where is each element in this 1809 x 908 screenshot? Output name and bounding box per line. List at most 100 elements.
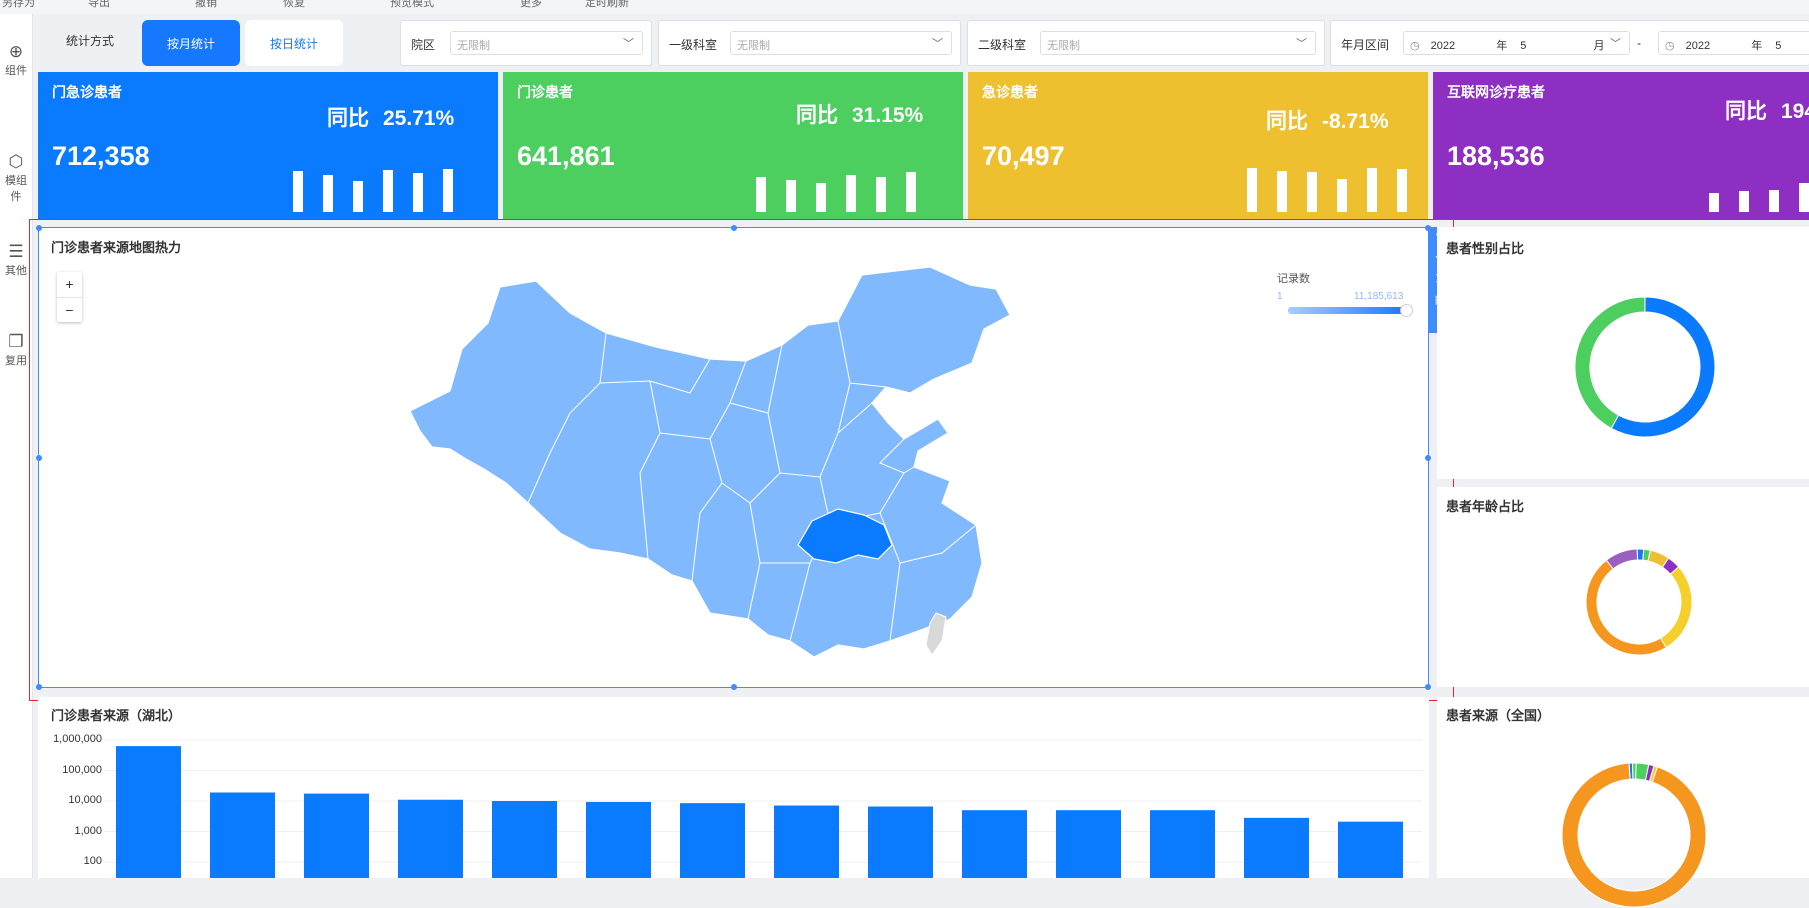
bar-3[interactable] [398, 799, 463, 878]
year-unit: 年 [1751, 40, 1763, 52]
timed-refresh-button[interactable]: 定时刷新 [585, 0, 629, 10]
dept2-select[interactable]: 无限制 ﹀ [1040, 31, 1316, 55]
y-tick-label: 10,000 [68, 794, 102, 806]
tab-monthly[interactable]: 按月统计 [142, 20, 240, 66]
tab-daily[interactable]: 按日统计 [245, 20, 343, 66]
dept2-filter: 二级科室 无限制 ﹀ [967, 20, 1325, 66]
rail-item-reuse[interactable]: ❐ 复用 [0, 332, 32, 368]
bar-8[interactable] [868, 806, 933, 878]
redo-button[interactable]: 恢复 [283, 0, 305, 10]
donut-slice-6[interactable] [1605, 548, 1639, 570]
origin-panel-title: 患者来源（全国） [1446, 708, 1551, 723]
zoom-out-button[interactable]: − [57, 297, 82, 323]
donut-slice-0[interactable] [1610, 296, 1716, 438]
bar-5[interactable] [586, 801, 651, 878]
spark-bar [1769, 190, 1779, 212]
top-toolbar-strip: 另存为 导出 撤销 恢复 预览模式 更多 定时刷新 [0, 0, 1809, 15]
spark-bar [1739, 191, 1749, 212]
yoy-label: 同比 [796, 104, 838, 127]
campus-select[interactable]: 无限制 ﹀ [450, 31, 643, 55]
spark-bar [1709, 193, 1719, 212]
rail-item-label: 其他 [5, 265, 27, 277]
chevron-down-icon: ﹀ [1296, 38, 1307, 50]
rail-item-components[interactable]: ⊕ 组件 [0, 42, 32, 78]
zoom-in-button[interactable]: + [57, 272, 82, 297]
bar-13[interactable] [1338, 821, 1403, 878]
donut-slice-5[interactable] [1561, 762, 1707, 908]
to-month: 5 [1775, 40, 1782, 52]
kpi-sparkbars [293, 160, 453, 212]
dept1-filter-label: 一级科室 [669, 38, 718, 52]
bar-1[interactable] [210, 792, 275, 878]
bar-9[interactable] [962, 810, 1027, 878]
kpi-title: 门急诊患者 [52, 84, 122, 100]
legend-handle[interactable] [1400, 304, 1413, 317]
save-as-button[interactable]: 另存为 [2, 0, 35, 10]
kpi-card-internet[interactable]: 互联网诊疗患者 同比 194 188,536 [1433, 72, 1809, 220]
donut-slice-1[interactable] [1574, 296, 1646, 430]
preview-mode-button[interactable]: 预览模式 [390, 0, 434, 10]
spark-bar [1277, 171, 1287, 212]
bar-0[interactable] [116, 746, 181, 878]
clock-icon: ◷ [1410, 40, 1420, 52]
age-donut[interactable] [1584, 547, 1694, 657]
dept2-filter-label: 二级科室 [978, 38, 1027, 52]
bar-12[interactable] [1244, 817, 1309, 878]
undo-button[interactable]: 撤销 [195, 0, 217, 10]
kpi-card-emergency[interactable]: 急诊患者 同比 -8.71% 70,497 [968, 72, 1428, 220]
campus-select-value: 无限制 [457, 40, 490, 52]
gender-donut[interactable] [1573, 295, 1717, 439]
dept2-select-value: 无限制 [1047, 40, 1080, 52]
more-button[interactable]: 更多 [520, 0, 542, 10]
kpi-card-total[interactable]: 门急诊患者 同比 25.71% 712,358 [38, 72, 498, 220]
spark-bar [786, 180, 796, 212]
bar-2[interactable] [304, 793, 369, 878]
map-panel-title: 门诊患者来源地图热力 [51, 240, 182, 255]
dept1-select[interactable]: 无限制 ﹀ [730, 31, 952, 55]
period-from-picker[interactable]: ◷ 2022 年 5 月 ﹀ [1403, 31, 1630, 55]
spark-bar [876, 177, 886, 212]
spark-bar [1799, 183, 1809, 212]
bar-4[interactable] [492, 801, 557, 878]
donut-slice-5[interactable] [1585, 559, 1667, 656]
kpi-sparkbars [1709, 160, 1809, 212]
export-button[interactable]: 导出 [88, 0, 110, 10]
kpi-title: 急诊患者 [982, 84, 1038, 100]
legend-min: 1 [1277, 291, 1283, 302]
map-region-mainland[interactable] [410, 266, 1011, 658]
bar-6[interactable] [680, 803, 745, 878]
kpi-card-outpatient[interactable]: 门诊患者 同比 31.15% 641,861 [503, 72, 963, 220]
plus-circle-icon: ⊕ [8, 42, 24, 61]
rail-item-module-components[interactable]: ⬡ 模组件 [0, 152, 32, 204]
period-filter: 年月区间 ◷ 2022 年 5 月 ﹀ - ◷ 2022 年 5 [1330, 20, 1809, 66]
year-unit: 年 [1496, 40, 1508, 52]
to-year: 2022 [1685, 40, 1711, 52]
list-icon: ☰ [8, 242, 24, 261]
kpi-yoy: 同比 194 [1725, 95, 1809, 125]
bar-chart-plot [104, 739, 1422, 878]
origin-donut[interactable] [1561, 762, 1707, 908]
y-tick-label: 100 [83, 855, 102, 867]
legend-gradient-bar[interactable] [1288, 307, 1408, 314]
bar-10[interactable] [1056, 810, 1121, 878]
from-year: 2022 [1430, 40, 1456, 52]
bar-chart-title: 门诊患者来源（湖北） [51, 708, 182, 723]
chevron-down-icon: ﹀ [932, 38, 943, 50]
yoy-value: 25.71% [383, 107, 455, 130]
copy-icon: ❐ [8, 332, 24, 351]
spark-bar [443, 169, 453, 212]
spark-bar [293, 171, 303, 212]
donut-slice-4[interactable] [1659, 566, 1693, 649]
bar-7[interactable] [774, 805, 839, 878]
yoy-value: 194 [1781, 100, 1809, 123]
china-heat-map[interactable] [410, 263, 1090, 678]
period-separator: - [1637, 36, 1641, 50]
yoy-label: 同比 [1266, 110, 1308, 133]
bar-11[interactable] [1150, 810, 1215, 878]
campus-filter: 院区 无限制 ﹀ [400, 20, 652, 66]
yoy-value: -8.71% [1322, 110, 1389, 133]
kpi-value: 188,536 [1447, 141, 1545, 171]
period-to-picker[interactable]: ◷ 2022 年 5 [1658, 31, 1809, 55]
dept1-filter: 一级科室 无限制 ﹀ [658, 20, 961, 66]
rail-item-other[interactable]: ☰ 其他 [0, 242, 32, 278]
